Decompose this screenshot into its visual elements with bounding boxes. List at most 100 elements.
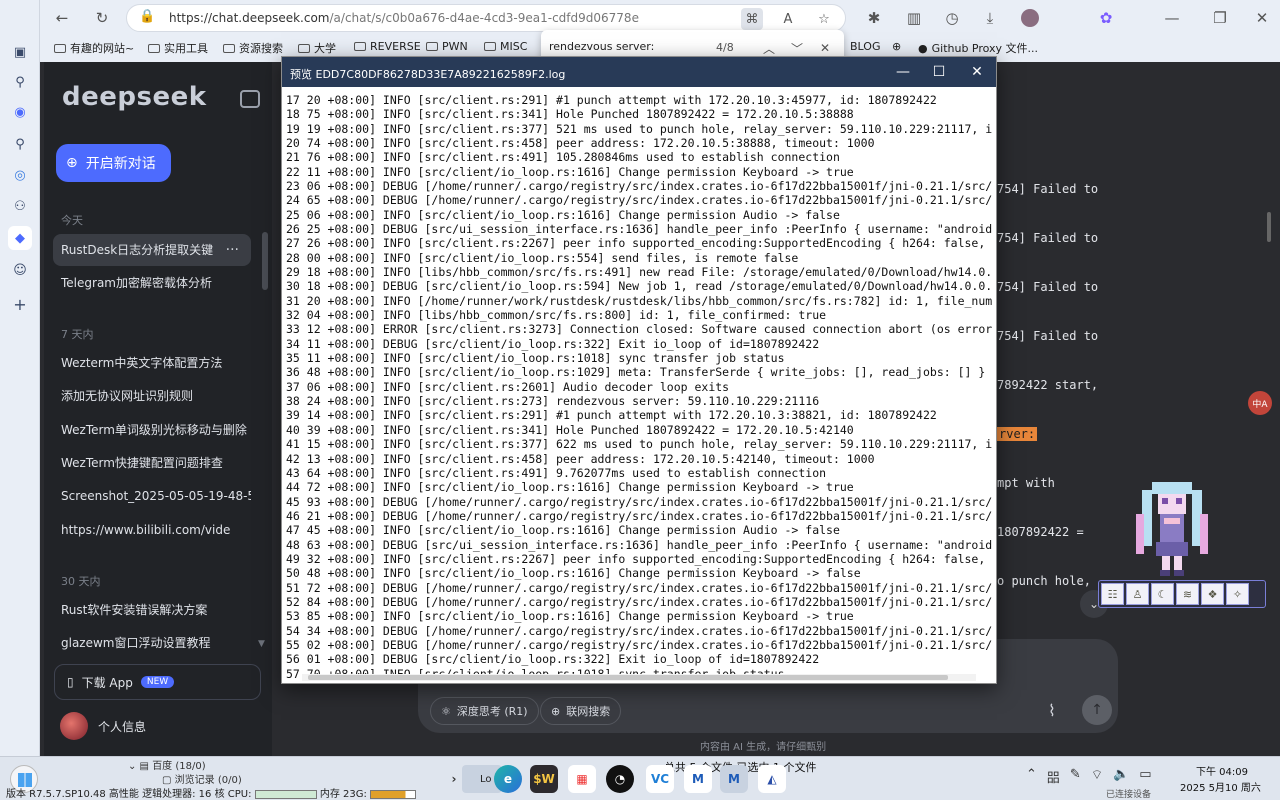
profile-button[interactable]: 个人信息 <box>60 712 146 740</box>
horizontal-scrollbar[interactable] <box>302 674 976 681</box>
chat-history-item[interactable]: Wezterm中英文字体配置方法 <box>53 347 251 379</box>
app-icon[interactable]: ◭ <box>758 765 786 793</box>
add-icon[interactable]: + <box>8 292 32 316</box>
download-app-button[interactable]: ▯ 下载 App NEW <box>54 664 261 700</box>
scroll-down-arrow-icon[interactable]: ▼ <box>258 639 265 649</box>
more-options-icon[interactable]: ··· <box>226 234 239 266</box>
bookmark-folder[interactable]: 大学 <box>298 40 336 56</box>
downloads-icon[interactable]: ⤓ <box>978 6 1002 30</box>
chat-history-item[interactable]: 添加无协议网址识别规则 <box>53 380 251 412</box>
chat-scrollbar[interactable] <box>1267 212 1271 242</box>
deep-think-toggle[interactable]: ⚛ 深度思考 (R1) <box>430 697 539 725</box>
translate-float-icon[interactable]: 中A <box>1248 391 1272 415</box>
bookmark-folder[interactable]: 实用工具 <box>148 40 208 56</box>
bookmark-link[interactable]: ⊕ <box>892 40 901 53</box>
log-line: 32 04 +08:00] INFO [libs/hbb_common/src/… <box>286 308 827 323</box>
log-line: 47 45 +08:00] INFO [src/client/io_loop.r… <box>286 523 840 538</box>
profile-avatar-icon[interactable] <box>1018 6 1042 30</box>
restore-icon[interactable]: ❐ <box>1208 6 1232 30</box>
pet-character-icon[interactable]: ♙ <box>1126 583 1149 605</box>
history-icon[interactable]: ◷ <box>940 6 964 30</box>
address-url[interactable]: https://chat.deepseek.com/a/chat/s/c0b0a… <box>169 11 639 25</box>
minimize-icon[interactable]: — <box>894 63 912 81</box>
chat-history-item[interactable]: Rust软件安装错误解决方案 <box>53 594 251 626</box>
chat-history-item[interactable]: glazewm窗口浮动设置教程 <box>53 627 251 659</box>
search-icon[interactable]: ⚲ <box>8 70 32 94</box>
log-line: 54 34 +08:00] DEBUG [/home/runner/.cargo… <box>286 623 992 638</box>
send-button[interactable]: ↑ <box>1082 695 1112 725</box>
pet-settings-icon[interactable]: ☷ <box>1101 583 1124 605</box>
volume-icon[interactable]: 🔈 <box>1113 767 1129 786</box>
find-prev-icon[interactable]: ︿ <box>759 38 779 58</box>
bookmark-folder[interactable]: 资源搜索 <box>223 40 283 56</box>
bookmark-folder[interactable]: PWN <box>426 40 468 53</box>
copilot-icon[interactable]: ✿ <box>1094 6 1118 30</box>
wifi-icon[interactable]: ⌔ <box>1091 767 1103 786</box>
log-line: 20 74 +08:00] INFO [src/client.rs:458] p… <box>286 136 875 151</box>
obs-icon[interactable]: ◔ <box>606 765 634 793</box>
find-close-icon[interactable]: ✕ <box>815 38 835 58</box>
close-icon[interactable]: ✕ <box>968 63 986 81</box>
vscode-icon[interactable]: VC <box>646 765 674 793</box>
chat-text-fragment: mpt with <box>997 476 1055 490</box>
minimize-icon[interactable]: — <box>1160 6 1184 30</box>
back-icon[interactable]: ← <box>50 6 74 30</box>
chat-history-item[interactable]: WezTerm快捷键配置问题排查 <box>53 447 251 479</box>
find-next-icon[interactable]: ﹀ <box>787 38 807 58</box>
bookmark-link[interactable]: ● Github Proxy 文件... <box>918 40 1038 56</box>
translate-page-icon[interactable]: ⌘ <box>741 8 763 30</box>
chevron-up-icon[interactable]: ⌃ <box>1026 767 1037 786</box>
chat-history-item[interactable]: RustDesk日志分析提取关键 ··· <box>53 234 251 266</box>
attach-icon[interactable]: ⌇ <box>1048 701 1056 720</box>
word-icon[interactable]: M <box>720 765 748 793</box>
bookmark-folder[interactable]: 有趣的网站~ <box>54 40 134 56</box>
address-bar[interactable]: 🔒 https://chat.deepseek.com/a/chat/s/c0b… <box>126 4 846 32</box>
sidebar-scrollbar[interactable] <box>262 232 268 290</box>
word-icon[interactable]: M <box>684 765 712 793</box>
input-method-icon[interactable]: 㗊 <box>1047 767 1060 786</box>
app-icon[interactable]: ◎ <box>8 163 32 187</box>
bookmark-link[interactable]: BLOG <box>850 40 880 53</box>
file-tree-item[interactable]: ⌄ ▤ 百度 (18/0) <box>128 757 206 772</box>
bookmark-folder[interactable]: MISC <box>484 40 527 53</box>
web-search-toggle[interactable]: ⊕ 联网搜索 <box>540 697 622 725</box>
pet-action-icon[interactable]: ✧ <box>1226 583 1249 605</box>
collapse-sidebar-icon[interactable] <box>240 90 260 108</box>
battery-icon[interactable]: ▭ <box>1139 767 1151 786</box>
clock-date[interactable]: 2025 5月10 周六 <box>1180 779 1261 794</box>
app-icon[interactable]: ◉ <box>8 100 32 124</box>
store-icon[interactable]: ▦ <box>568 765 596 793</box>
bookmark-folder[interactable]: REVERSE <box>354 40 421 53</box>
maximize-icon[interactable]: ☐ <box>930 63 948 81</box>
extensions-icon[interactable]: ✱ <box>862 6 886 30</box>
wezterm-icon[interactable]: $W <box>530 765 558 793</box>
chat-history-item[interactable]: WezTerm单词级别光标移动与删除 <box>53 414 251 446</box>
moon-icon[interactable]: ☾ <box>1151 583 1174 605</box>
pen-icon[interactable]: ✎ <box>1070 767 1081 786</box>
deepseek-app-icon[interactable]: ◆ <box>8 226 32 250</box>
chat-history-item[interactable]: Screenshot_2025-05-05-19-48-5 <box>53 480 251 512</box>
search-icon[interactable]: ⚲ <box>8 132 32 156</box>
find-input[interactable]: rendezvous server: <box>549 40 654 53</box>
clock-time[interactable]: 下午 04:09 <box>1196 763 1248 778</box>
tabs-icon[interactable]: ▣ <box>8 40 32 64</box>
refresh-icon[interactable]: ↻ <box>90 6 114 30</box>
file-tree-item[interactable]: ▢ 浏览记录 (0/0) <box>162 771 242 786</box>
pet-action-icon[interactable]: ≋ <box>1176 583 1199 605</box>
close-icon[interactable]: ✕ <box>1250 6 1274 30</box>
app-icon[interactable]: ⚇ <box>8 194 32 218</box>
log-window-titlebar[interactable]: 预览 EDD7C80DF86278D33E7A8922162589F2.log … <box>282 57 996 87</box>
chat-history-item[interactable]: https://www.bilibili.com/vide <box>53 514 251 546</box>
edge-browser-icon[interactable]: e <box>494 765 522 793</box>
split-screen-icon[interactable]: ▥ <box>902 6 926 30</box>
scrollbar-thumb[interactable] <box>308 675 948 680</box>
favorite-star-icon[interactable]: ☆ <box>813 8 835 30</box>
pet-action-icon[interactable]: ❖ <box>1201 583 1224 605</box>
read-aloud-icon[interactable]: A <box>777 8 799 30</box>
avatar-icon[interactable]: ☺ <box>8 258 32 282</box>
log-content[interactable]: 17 20 +08:00] INFO [src/client.rs:291] #… <box>286 93 992 681</box>
chat-history-item[interactable]: Telegram加密解密载体分析 <box>53 267 251 299</box>
desktop-pet-image[interactable] <box>1130 474 1214 578</box>
new-chat-button[interactable]: ⊕ 开启新对话 <box>56 144 171 182</box>
lock-icon[interactable]: 🔒 <box>139 9 155 24</box>
